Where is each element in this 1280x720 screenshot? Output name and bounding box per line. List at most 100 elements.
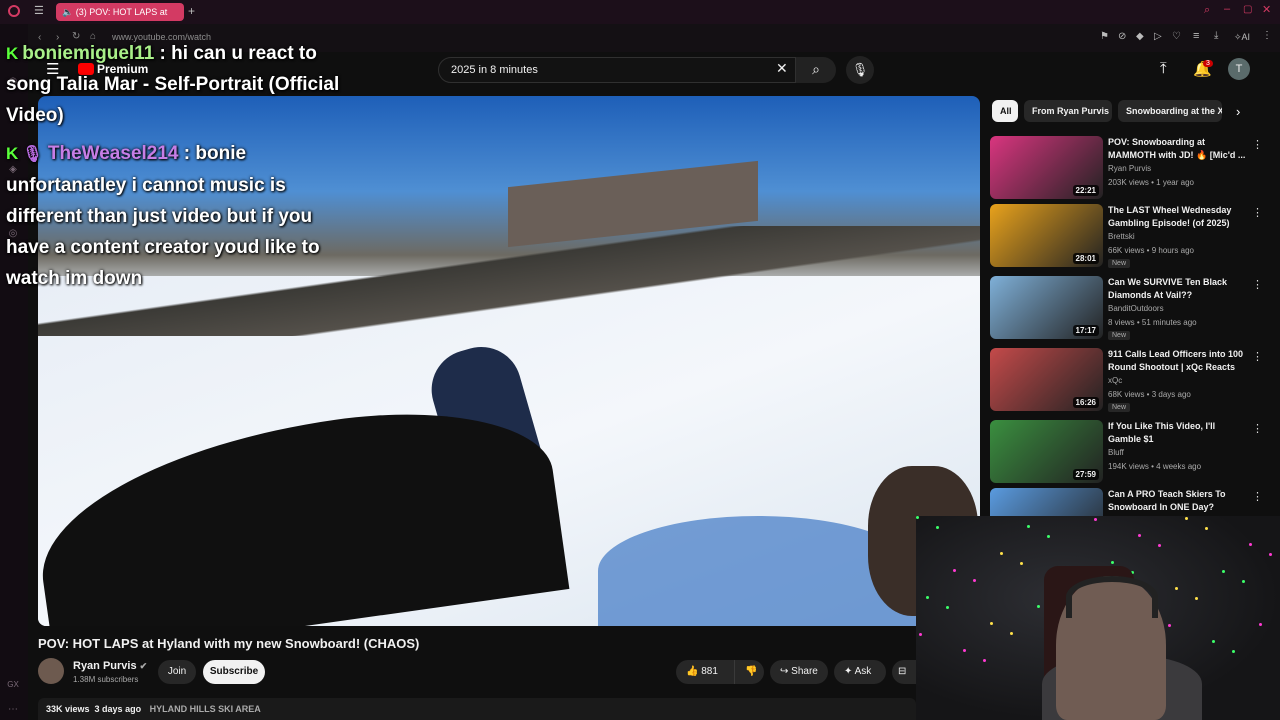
thumbs-up-icon: 👍 — [686, 666, 699, 677]
voice-search-button[interactable]: 🎙 — [846, 56, 874, 84]
rec-title[interactable]: If You Like This Video, I'll Gamble $1 — [1108, 420, 1248, 446]
light-dot — [1037, 605, 1040, 608]
light-dot — [936, 526, 939, 529]
rec-channel[interactable]: xQc — [1108, 376, 1122, 385]
chip-from-channel[interactable]: From Ryan Purvis — [1024, 100, 1112, 122]
close-window-icon[interactable]: ✕ — [1262, 3, 1271, 16]
light-dot — [1232, 650, 1235, 653]
channel-avatar[interactable] — [38, 658, 64, 684]
tab-title: (3) POV: HOT LAPS at — [75, 7, 168, 17]
search-button[interactable]: ⌕ — [796, 57, 836, 83]
rec-channel[interactable]: Ryan Purvis — [1108, 164, 1151, 173]
light-dot — [1138, 534, 1141, 537]
channel-name[interactable]: Ryan Purvis ✔ — [73, 660, 147, 672]
upload-icon[interactable]: ⤒ — [1160, 60, 1167, 77]
save-button[interactable]: ⊟ — [892, 660, 916, 684]
rec-meta: 66K views • 9 hours ago — [1108, 246, 1194, 255]
clear-search-icon[interactable]: ✕ — [776, 60, 788, 77]
light-dot — [1000, 552, 1003, 555]
new-badge: New — [1108, 259, 1131, 268]
subscribe-button[interactable]: Subscribe — [203, 660, 265, 684]
download-icon[interactable]: ⤓ — [1214, 30, 1218, 41]
ask-button[interactable]: ✦ Ask — [834, 660, 886, 684]
like-button[interactable]: 👍 881 — [676, 660, 734, 684]
more-options-icon[interactable]: ⋮ — [1252, 206, 1263, 219]
recommendation-item[interactable]: 28:01 The LAST Wheel Wednesday Gambling E… — [990, 204, 1263, 268]
bookmark-icon[interactable]: ⚑ — [1100, 31, 1109, 42]
chat-message-2: K 🎙 TheWeasel214 : bonie unfortanatley i … — [6, 138, 336, 294]
ai-label: AI — [1241, 32, 1251, 42]
light-dot — [916, 516, 919, 519]
chevron-right-icon[interactable]: › — [1236, 104, 1240, 119]
more-icon[interactable]: ⋮ — [1262, 30, 1272, 41]
rec-channel[interactable]: Brettski — [1108, 232, 1135, 241]
account-avatar[interactable]: T — [1228, 58, 1250, 80]
light-dot — [919, 633, 922, 636]
opera-logo-icon[interactable] — [8, 5, 20, 17]
tab-menu-icon[interactable]: ☰ — [34, 4, 44, 17]
join-button[interactable]: Join — [158, 660, 196, 684]
video-thumbnail[interactable] — [990, 488, 1103, 516]
more-options-icon[interactable]: ⋮ — [1252, 138, 1263, 151]
dislike-button[interactable]: 👎 — [734, 660, 764, 684]
chip-snowboarding[interactable]: Snowboarding at the X — [1118, 100, 1222, 122]
bookmark-save-icon: ⊟ — [898, 666, 907, 677]
rec-title[interactable]: Can We SURVIVE Ten Black Diamonds At Vai… — [1108, 276, 1248, 302]
adblock-icon[interactable]: ⊘ — [1118, 31, 1126, 42]
rec-title[interactable]: The LAST Wheel Wednesday Gambling Episod… — [1108, 204, 1248, 230]
rec-title[interactable]: 911 Calls Lead Officers into 100 Round S… — [1108, 348, 1248, 374]
maximize-icon[interactable]: ▢ — [1243, 4, 1252, 15]
recommendation-item[interactable]: 22:21 POV: Snowboarding at MAMMOTH with J… — [990, 136, 1263, 200]
rec-channel[interactable]: BanditOutdoors — [1108, 304, 1164, 313]
video-thumbnail[interactable]: 22:21 — [990, 136, 1103, 199]
new-tab-icon[interactable]: + — [188, 4, 195, 18]
minimize-icon[interactable]: – — [1224, 3, 1230, 15]
vpn-icon[interactable]: ◆ — [1136, 31, 1144, 42]
rec-meta: 203K views • 1 year ago — [1108, 178, 1194, 187]
sparkle-icon: ✦ — [844, 666, 853, 677]
more-options-icon[interactable]: ⋮ — [1252, 278, 1263, 291]
duration-badge: 27:59 — [1072, 469, 1099, 480]
notification-count-badge: 3 — [1203, 60, 1213, 67]
like-count: 881 — [701, 666, 718, 677]
recommendation-item[interactable]: 16:26 911 Calls Lead Officers into 100 Ro… — [990, 348, 1263, 412]
gx-icon[interactable]: GX — [6, 680, 20, 694]
rec-title[interactable]: Can A PRO Teach Skiers To Snowboard In O… — [1108, 488, 1248, 514]
more-options-icon[interactable]: ⋮ — [1252, 490, 1260, 503]
rec-title[interactable]: POV: Snowboarding at MAMMOTH with JD! 🔥 … — [1108, 136, 1248, 162]
sidebar-more-icon[interactable]: ⋯ — [6, 704, 20, 718]
ask-label: Ask — [854, 666, 872, 677]
player-icon[interactable]: ▷ — [1154, 31, 1162, 42]
video-thumbnail[interactable]: 27:59 — [990, 420, 1103, 483]
video-thumbnail[interactable]: 16:26 — [990, 348, 1103, 411]
light-dot — [1269, 553, 1272, 556]
description-box[interactable]: 33K views 3 days ago HYLAND HILLS SKI AR… — [38, 698, 916, 720]
light-dot — [1010, 632, 1013, 635]
kick-badge-icon: K — [6, 144, 19, 163]
recommendation-item[interactable]: Can A PRO Teach Skiers To Snowboard In O… — [990, 488, 1260, 516]
channel-name-text: Ryan Purvis — [73, 660, 137, 672]
light-dot — [1158, 544, 1161, 547]
video-thumbnail[interactable]: 17:17 — [990, 276, 1103, 339]
favorite-icon[interactable]: ♡ — [1172, 31, 1181, 42]
recommendation-item[interactable]: 27:59 If You Like This Video, I'll Gamble… — [990, 420, 1263, 484]
search-input[interactable]: 2025 in 8 minutes — [438, 57, 796, 83]
light-dot — [1094, 518, 1097, 521]
recommendation-item[interactable]: 17:17 Can We SURVIVE Ten Black Diamonds A… — [990, 276, 1263, 340]
rec-channel[interactable]: Bluff — [1108, 448, 1124, 457]
search-tabs-icon[interactable]: ⌕ — [1204, 4, 1210, 17]
browser-tab-strip: ☰ 🔈 (3) POV: HOT LAPS at + ⌕ – ▢ ✕ — [0, 0, 1280, 24]
menu-icon[interactable]: ≡ — [1193, 30, 1199, 42]
chip-all[interactable]: All — [992, 100, 1018, 122]
more-options-icon[interactable]: ⋮ — [1252, 422, 1263, 435]
light-dot — [1205, 527, 1208, 530]
light-dot — [926, 596, 929, 599]
new-badge: New — [1108, 331, 1131, 340]
video-thumbnail[interactable]: 28:01 — [990, 204, 1103, 267]
ai-button[interactable]: ✧AI — [1234, 32, 1250, 43]
location-tag[interactable]: HYLAND HILLS SKI AREA — [150, 704, 261, 714]
share-button[interactable]: ↪ Share — [770, 660, 828, 684]
more-options-icon[interactable]: ⋮ — [1252, 350, 1263, 363]
browser-tab-active[interactable]: 🔈 (3) POV: HOT LAPS at — [56, 3, 184, 21]
light-dot — [1168, 624, 1171, 627]
